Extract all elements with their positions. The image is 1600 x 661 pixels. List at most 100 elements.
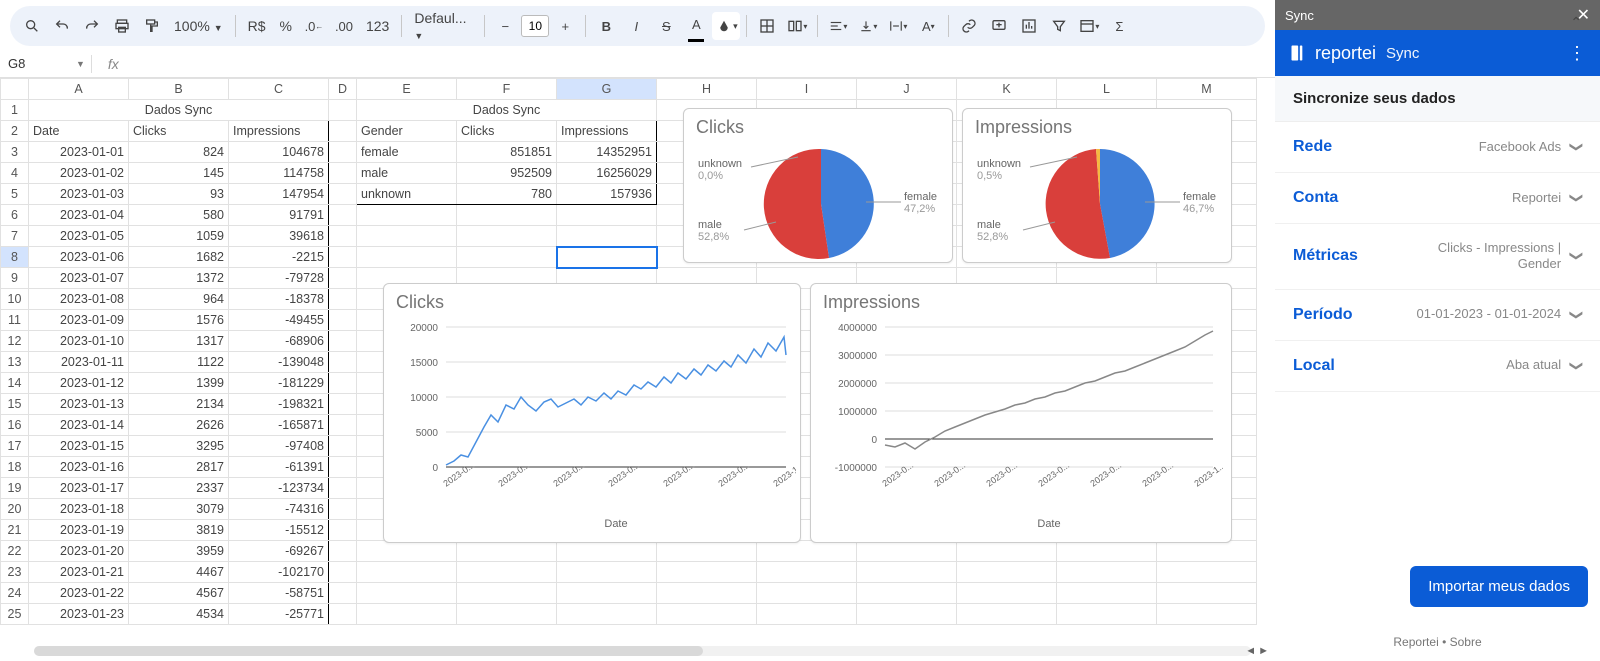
vertical-align-button[interactable]: ▾ bbox=[854, 12, 882, 40]
cell[interactable] bbox=[857, 583, 957, 604]
col-header-L[interactable]: L bbox=[1057, 79, 1157, 100]
cell[interactable]: 14352951 bbox=[557, 142, 657, 163]
col-header-J[interactable]: J bbox=[857, 79, 957, 100]
row-header-19[interactable]: 19 bbox=[1, 478, 29, 499]
cell[interactable] bbox=[1157, 583, 1257, 604]
cell[interactable]: 2337 bbox=[129, 478, 229, 499]
col-header-B[interactable]: B bbox=[129, 79, 229, 100]
cell[interactable] bbox=[1057, 562, 1157, 583]
cell[interactable]: 964 bbox=[129, 289, 229, 310]
cell[interactable]: 824 bbox=[129, 142, 229, 163]
import-data-button[interactable]: Importar meus dados bbox=[1410, 566, 1588, 607]
cell[interactable]: 1317 bbox=[129, 331, 229, 352]
cell[interactable]: -25771 bbox=[229, 604, 329, 625]
cell[interactable] bbox=[857, 562, 957, 583]
cell[interactable] bbox=[457, 247, 557, 268]
cell[interactable]: 1372 bbox=[129, 268, 229, 289]
cell[interactable] bbox=[329, 436, 357, 457]
link-icon[interactable] bbox=[955, 12, 983, 40]
cell[interactable]: 3959 bbox=[129, 541, 229, 562]
sidebar-row-rede[interactable]: RedeFacebook Ads❯ bbox=[1275, 122, 1600, 173]
cell[interactable] bbox=[329, 604, 357, 625]
cell[interactable] bbox=[657, 583, 757, 604]
cell[interactable]: -165871 bbox=[229, 415, 329, 436]
row-header-20[interactable]: 20 bbox=[1, 499, 29, 520]
row-header-3[interactable]: 3 bbox=[1, 142, 29, 163]
row-header-13[interactable]: 13 bbox=[1, 352, 29, 373]
text-color-button[interactable]: A bbox=[682, 12, 710, 40]
cell[interactable]: unknown bbox=[357, 184, 457, 205]
cell[interactable] bbox=[357, 226, 457, 247]
cell[interactable] bbox=[329, 226, 357, 247]
cell[interactable] bbox=[1057, 541, 1157, 562]
chart-line-clicks[interactable]: Clicks 20000 15000 10000 5000 0 bbox=[383, 283, 801, 543]
print-icon[interactable] bbox=[108, 12, 136, 40]
cell[interactable] bbox=[329, 289, 357, 310]
cell[interactable]: 1576 bbox=[129, 310, 229, 331]
row-header-2[interactable]: 2 bbox=[1, 121, 29, 142]
cell[interactable]: 2023-01-11 bbox=[29, 352, 129, 373]
cell[interactable] bbox=[329, 268, 357, 289]
chart-pie-clicks[interactable]: Clicks unknown 0,0% male 52,8% fem bbox=[683, 108, 953, 263]
search-icon[interactable] bbox=[18, 12, 46, 40]
cell[interactable]: -58751 bbox=[229, 583, 329, 604]
cell[interactable] bbox=[757, 541, 857, 562]
cell[interactable]: Impressions bbox=[557, 121, 657, 142]
row-header-9[interactable]: 9 bbox=[1, 268, 29, 289]
cell[interactable] bbox=[957, 583, 1057, 604]
cell[interactable]: 2023-01-09 bbox=[29, 310, 129, 331]
cell[interactable] bbox=[457, 541, 557, 562]
font-size-input[interactable] bbox=[521, 15, 549, 37]
row-header-5[interactable]: 5 bbox=[1, 184, 29, 205]
horizontal-scrollbar[interactable] bbox=[34, 645, 1251, 657]
row-header-6[interactable]: 6 bbox=[1, 205, 29, 226]
row-header-21[interactable]: 21 bbox=[1, 520, 29, 541]
cell[interactable] bbox=[457, 604, 557, 625]
redo-icon[interactable] bbox=[78, 12, 106, 40]
collapse-toolbar-icon[interactable]: ⌃ bbox=[1570, 14, 1582, 31]
chart-icon[interactable] bbox=[1015, 12, 1043, 40]
cell[interactable] bbox=[329, 415, 357, 436]
horizontal-align-button[interactable]: ▾ bbox=[824, 12, 852, 40]
row-header-24[interactable]: 24 bbox=[1, 583, 29, 604]
cell[interactable]: -97408 bbox=[229, 436, 329, 457]
col-header-I[interactable]: I bbox=[757, 79, 857, 100]
cell[interactable]: 3295 bbox=[129, 436, 229, 457]
cell[interactable]: -61391 bbox=[229, 457, 329, 478]
increase-decimal-icon[interactable]: .00 bbox=[330, 12, 358, 40]
cell[interactable]: 3079 bbox=[129, 499, 229, 520]
text-rotate-button[interactable]: A▾ bbox=[914, 12, 942, 40]
cell[interactable] bbox=[657, 541, 757, 562]
number-format-button[interactable]: 123 bbox=[360, 18, 395, 34]
cell[interactable] bbox=[557, 583, 657, 604]
cell[interactable]: 2023-01-03 bbox=[29, 184, 129, 205]
cell[interactable] bbox=[329, 184, 357, 205]
cell[interactable]: 1059 bbox=[129, 226, 229, 247]
cell[interactable] bbox=[657, 604, 757, 625]
comment-icon[interactable] bbox=[985, 12, 1013, 40]
cell[interactable]: -15512 bbox=[229, 520, 329, 541]
cell[interactable] bbox=[757, 583, 857, 604]
chart-pie-impressions[interactable]: Impressions unknown 0,5% male 52,8% bbox=[962, 108, 1232, 263]
cell[interactable] bbox=[357, 247, 457, 268]
cell[interactable]: -123734 bbox=[229, 478, 329, 499]
functions-icon[interactable]: Σ bbox=[1105, 12, 1133, 40]
cell[interactable] bbox=[329, 163, 357, 184]
cell[interactable] bbox=[1157, 541, 1257, 562]
cell[interactable] bbox=[457, 562, 557, 583]
cell[interactable] bbox=[1157, 562, 1257, 583]
cell[interactable]: 2023-01-04 bbox=[29, 205, 129, 226]
cell[interactable] bbox=[329, 331, 357, 352]
cell[interactable]: 2023-01-15 bbox=[29, 436, 129, 457]
cell[interactable]: -102170 bbox=[229, 562, 329, 583]
cell[interactable]: 2023-01-19 bbox=[29, 520, 129, 541]
cell[interactable]: Gender bbox=[357, 121, 457, 142]
cell[interactable]: male bbox=[357, 163, 457, 184]
cell[interactable] bbox=[329, 562, 357, 583]
sidebar-row-local[interactable]: LocalAba atual❯ bbox=[1275, 341, 1600, 392]
row-header-12[interactable]: 12 bbox=[1, 331, 29, 352]
fill-color-button[interactable]: ▾ bbox=[712, 12, 740, 40]
cell[interactable] bbox=[457, 226, 557, 247]
cell[interactable]: -2215 bbox=[229, 247, 329, 268]
col-header-M[interactable]: M bbox=[1157, 79, 1257, 100]
